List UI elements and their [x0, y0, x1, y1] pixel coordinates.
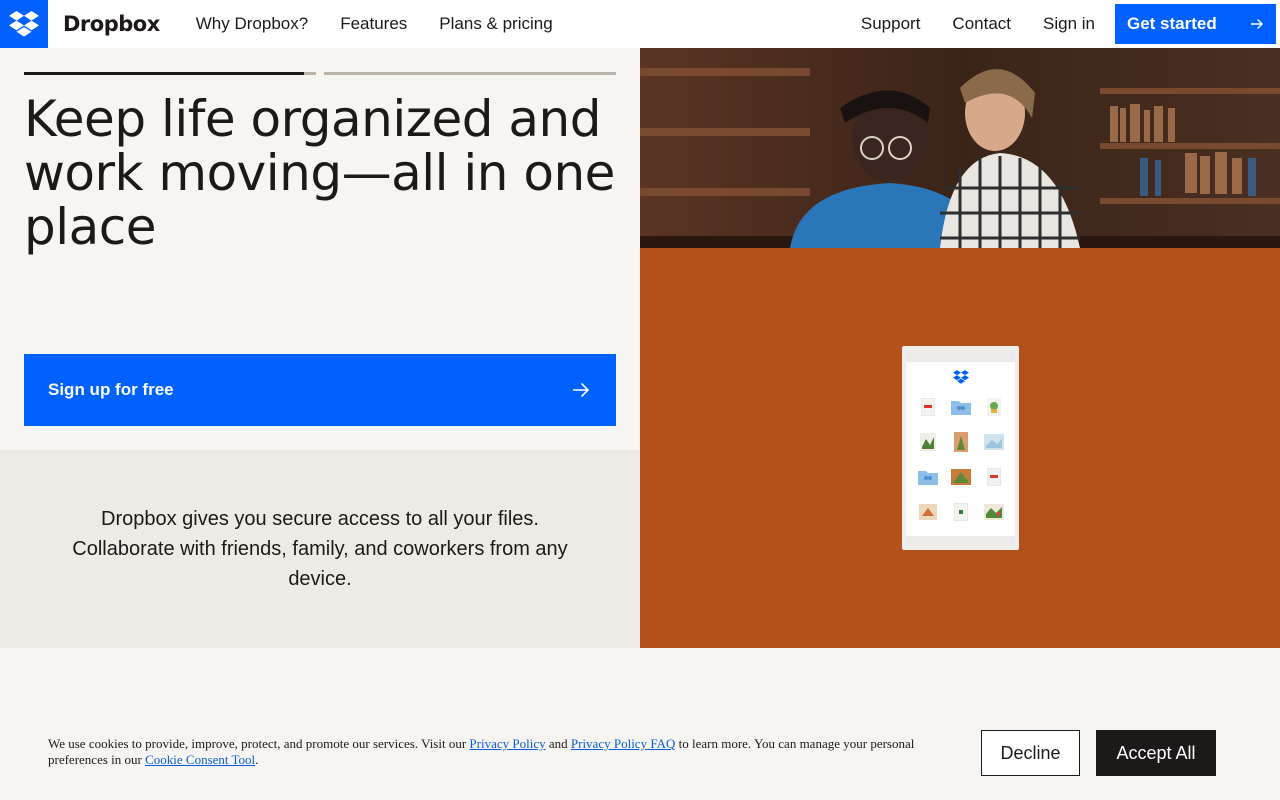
top-navigation: Dropbox Why Dropbox? Features Plans & pr…	[0, 0, 1280, 48]
hero-photo	[640, 48, 1280, 248]
document-file-icon	[947, 499, 974, 525]
nav-right-group: Support Contact Sign in Get started	[845, 0, 1280, 48]
hero-headline: Keep life organized and work moving—all …	[24, 90, 615, 256]
library-photo-illustration	[640, 48, 1280, 248]
phone-status-bar	[906, 350, 1015, 362]
dropbox-logo-icon[interactable]	[0, 0, 48, 48]
nav-why-dropbox[interactable]: Why Dropbox?	[196, 14, 308, 34]
cookie-text-part: and	[545, 736, 571, 751]
hero-section: Keep life organized and work moving—all …	[0, 48, 640, 450]
cookie-message: We use cookies to provide, improve, prot…	[48, 736, 948, 768]
nav-plans-pricing[interactable]: Plans & pricing	[439, 14, 552, 34]
get-started-button[interactable]: Get started	[1115, 4, 1276, 44]
sign-up-free-button[interactable]: Sign up for free	[24, 354, 616, 426]
decline-button[interactable]: Decline	[981, 730, 1080, 776]
phone-mockup	[902, 346, 1019, 550]
image-file-icon	[914, 429, 941, 455]
accept-all-button[interactable]: Accept All	[1096, 730, 1216, 776]
dropbox-logo-icon	[906, 370, 1015, 384]
shared-folder-icon	[914, 464, 941, 490]
cookie-consent-tool-link[interactable]: Cookie Consent Tool	[145, 752, 255, 767]
privacy-policy-link[interactable]: Privacy Policy	[469, 736, 545, 751]
phone-home-bar	[906, 536, 1015, 546]
nav-features[interactable]: Features	[340, 14, 407, 34]
image-file-icon	[947, 429, 974, 455]
product-showcase	[640, 248, 1280, 648]
brand-name[interactable]: Dropbox	[63, 12, 160, 36]
carousel-progress	[24, 72, 616, 75]
cookie-banner: We use cookies to provide, improve, prot…	[0, 648, 1280, 800]
cookie-text-part: .	[255, 752, 259, 767]
shared-folder-icon	[947, 394, 974, 420]
pdf-file-icon	[980, 464, 1007, 490]
carousel-indicator-2[interactable]	[324, 72, 616, 75]
nav-sign-in[interactable]: Sign in	[1043, 14, 1095, 34]
image-file-icon	[980, 394, 1007, 420]
image-file-icon	[947, 464, 974, 490]
arrow-right-icon	[573, 382, 590, 398]
file-grid	[906, 384, 1015, 535]
arrow-right-icon	[1251, 19, 1263, 29]
description-panel: Dropbox gives you secure access to all y…	[0, 450, 640, 648]
hero-description: Dropbox gives you secure access to all y…	[72, 508, 568, 590]
privacy-policy-faq-link[interactable]: Privacy Policy FAQ	[571, 736, 675, 751]
image-file-icon	[980, 429, 1007, 455]
cookie-text-part: We use cookies to provide, improve, prot…	[48, 736, 470, 751]
carousel-indicator-1[interactable]	[24, 72, 316, 75]
get-started-label: Get started	[1127, 14, 1217, 33]
sign-up-label: Sign up for free	[48, 380, 174, 399]
image-file-icon	[980, 499, 1007, 525]
nav-support[interactable]: Support	[861, 14, 921, 34]
nav-contact[interactable]: Contact	[952, 14, 1011, 34]
pdf-file-icon	[914, 394, 941, 420]
progress-fill	[24, 72, 305, 75]
image-file-icon	[914, 499, 941, 525]
